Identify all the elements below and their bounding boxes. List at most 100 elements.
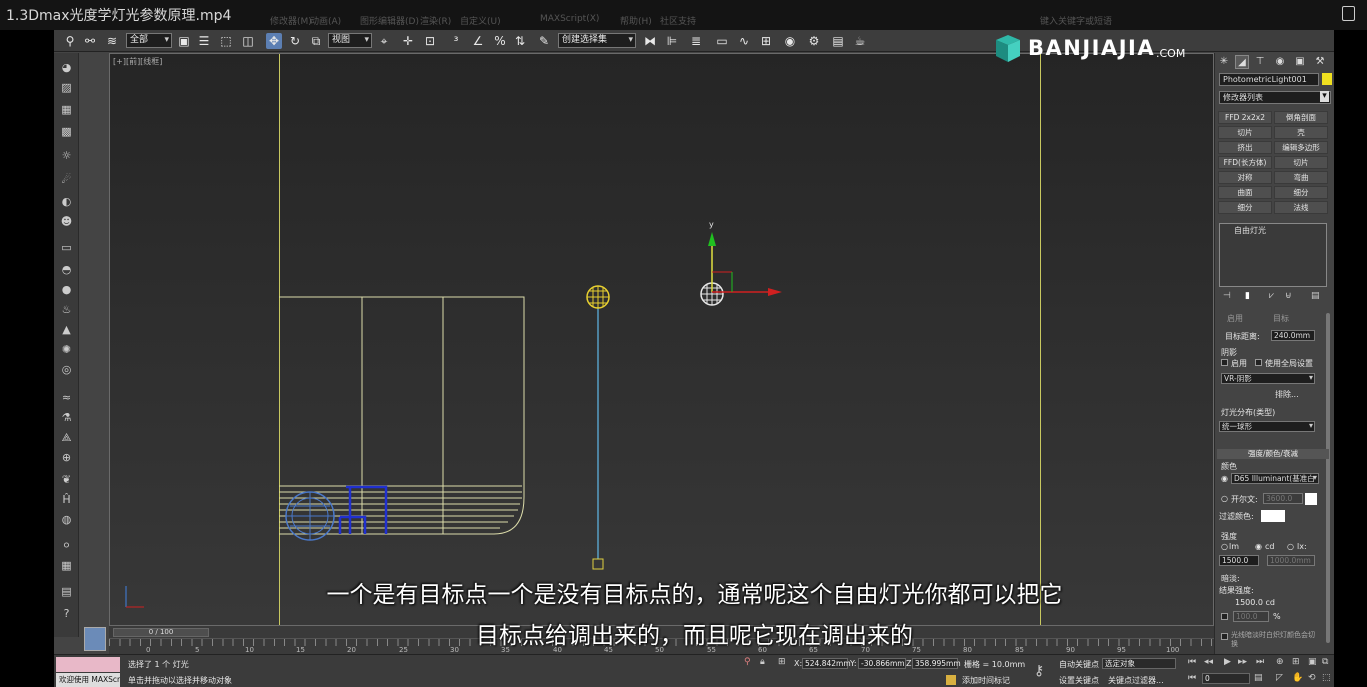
isolate-icon[interactable]: ⚲	[744, 657, 751, 667]
kelvin-field[interactable]: 3600.0	[1263, 493, 1303, 504]
time-tag-icon[interactable]	[946, 675, 956, 685]
color-preset-radio[interactable]: ◉	[1221, 474, 1228, 483]
angle-snap-icon[interactable]: ∠	[470, 33, 486, 49]
pivot-center-icon[interactable]: ⌖	[376, 33, 392, 49]
material-editor-icon[interactable]: ◉	[782, 33, 798, 49]
color-preset-select[interactable]: D65 Illuminant(基准白	[1231, 473, 1319, 484]
mesh-icon[interactable]: ⟁	[59, 431, 74, 445]
vray-dome-icon[interactable]: ☻	[59, 215, 74, 229]
unit-lm-radio[interactable]: ○	[1221, 542, 1228, 551]
modifier-slice-button[interactable]: 切片	[1218, 126, 1272, 139]
mirror-icon[interactable]: ⧓	[642, 33, 658, 49]
y-coord-field[interactable]: -30.866mm	[858, 658, 906, 669]
link-icon[interactable]: ⚲	[62, 33, 78, 49]
fov-icon[interactable]: ◸	[1276, 673, 1283, 683]
modifier-edit-poly-button[interactable]: 编辑多边形	[1274, 141, 1328, 154]
transform-mode-icon[interactable]: ⊞	[778, 657, 786, 667]
kelvin-radio[interactable]: ○	[1221, 494, 1228, 503]
key-icon[interactable]: ⚷	[1034, 663, 1044, 679]
spinner-snap-icon[interactable]: ⇅	[512, 33, 528, 49]
orbit-icon[interactable]: ⟲	[1308, 673, 1316, 683]
zoom-icon[interactable]: ⊕	[1276, 657, 1284, 667]
modifier-shell-button[interactable]: 壳	[1274, 126, 1328, 139]
vray-sun-icon[interactable]: ◐	[59, 195, 74, 209]
teapot-icon[interactable]: ♨	[59, 303, 74, 317]
layer-manager-icon[interactable]: ≣	[688, 33, 704, 49]
modifier-surface-button[interactable]: 曲面	[1218, 186, 1272, 199]
manipulate-icon[interactable]: ⊡	[422, 33, 438, 49]
modifier-subdivide2-button[interactable]: 细分	[1218, 201, 1272, 214]
clay-icon[interactable]: ◍	[59, 513, 74, 527]
next-frame-icon[interactable]: ▸▸	[1238, 657, 1247, 667]
modifier-ffd-box-button[interactable]: FFD(长方体)	[1218, 156, 1272, 169]
add-time-tag[interactable]: 添加时间标记	[962, 675, 1010, 686]
key-filters-button[interactable]: 关键点过滤器...	[1108, 675, 1164, 686]
target-light[interactable]	[586, 285, 610, 570]
sphere-object[interactable]	[285, 491, 335, 541]
rect-selection-icon[interactable]: ⬚	[218, 33, 234, 49]
zoom-extents-icon[interactable]: ▣	[1308, 657, 1317, 667]
unit-lx-radio[interactable]: ○	[1287, 542, 1294, 551]
target-distance-field[interactable]: 240.0mm	[1271, 330, 1315, 341]
selection-filter-select[interactable]: 全部	[126, 33, 172, 48]
fur-icon[interactable]: ≈	[59, 391, 74, 405]
proxy-icon[interactable]: ⚗	[59, 411, 74, 425]
vray-light-icon[interactable]: ☼	[59, 149, 74, 163]
shadows-enable-checkbox[interactable]	[1221, 359, 1228, 366]
lock-selection-icon[interactable]: 🔒︎	[760, 657, 765, 667]
modifier-bend-button[interactable]: 弯曲	[1274, 171, 1328, 184]
goto-end-icon[interactable]: ⏭	[1256, 657, 1264, 667]
time-config-icon[interactable]: ▤	[1254, 673, 1263, 683]
filter-color-swatch[interactable]	[1261, 510, 1285, 522]
kelvin-color-swatch[interactable]	[1305, 493, 1317, 505]
align-icon[interactable]: ⊫	[664, 33, 680, 49]
torus-icon[interactable]: ◎	[59, 363, 74, 377]
hf-icon[interactable]: Ĥ	[59, 493, 74, 507]
selected-object-select[interactable]: 选定对象	[1102, 658, 1176, 669]
front-viewport[interactable]: [+][前][线框] y	[109, 53, 1214, 626]
modifier-list-select[interactable]: 修改器列表	[1219, 91, 1331, 104]
remove-modifier-icon[interactable]: ⊌	[1285, 291, 1292, 301]
key-mode-icon[interactable]: ⏮	[1188, 673, 1196, 683]
edit-named-sel-icon[interactable]: ✎	[536, 33, 552, 49]
frame-buffer-icon[interactable]: ▦	[59, 103, 74, 117]
ball-icon[interactable]: ⚪	[59, 539, 74, 553]
intensity-distance-field[interactable]: 1000.0mm	[1267, 555, 1315, 566]
vray-icon[interactable]: ◕	[59, 61, 74, 75]
object-color-swatch[interactable]	[1322, 73, 1332, 85]
configure-sets-icon[interactable]: ▤	[1311, 291, 1320, 301]
global-settings-checkbox[interactable]	[1255, 359, 1262, 366]
exclude-button[interactable]: 排除...	[1275, 389, 1299, 400]
sphere-icon[interactable]: ●	[59, 283, 74, 297]
tab-utilities-icon[interactable]: ⚒	[1313, 55, 1327, 69]
render-setup-icon[interactable]: ⚙	[806, 33, 822, 49]
vfb-icon[interactable]: ▩	[59, 125, 74, 139]
modifier-symmetry-button[interactable]: 对称	[1218, 171, 1272, 184]
render-icon[interactable]: ▨	[59, 81, 74, 95]
set-key-button[interactable]: 设置关键点	[1059, 675, 1099, 686]
window-crossing-icon[interactable]: ◫	[240, 33, 256, 49]
unit-cd-radio[interactable]: ◉	[1255, 542, 1262, 551]
expand-icon[interactable]	[1342, 6, 1355, 21]
bind-spacewarp-icon[interactable]: ≋	[104, 33, 120, 49]
tab-display-icon[interactable]: ▣	[1293, 55, 1307, 69]
named-selection-select[interactable]: 创建选择集	[558, 33, 636, 48]
tab-motion-icon[interactable]: ◉	[1273, 55, 1287, 69]
reference-coord-select[interactable]: 视图	[328, 33, 372, 48]
cone-icon[interactable]: ▲	[59, 323, 74, 337]
tab-hierarchy-icon[interactable]: ⊤	[1253, 55, 1267, 69]
z-coord-field[interactable]: 358.995mm	[912, 658, 961, 669]
stack-item-free-light[interactable]: 自由灯光	[1234, 225, 1266, 236]
select-move-icon[interactable]: ✥	[266, 33, 282, 49]
modifier-ffd222-button[interactable]: FFD 2x2x2	[1218, 111, 1272, 124]
render-production-icon[interactable]: ☕	[852, 33, 868, 49]
modifier-subdivide-button[interactable]: 细分	[1274, 186, 1328, 199]
intensity-field[interactable]: 1500.0	[1219, 555, 1259, 566]
ribbon-icon[interactable]: ▭	[714, 33, 730, 49]
prev-frame-icon[interactable]: ◂◂	[1204, 657, 1213, 667]
plane-icon[interactable]: ▭	[59, 241, 74, 255]
percent-snap-icon[interactable]: %	[492, 33, 508, 49]
hemisphere-icon[interactable]: ◓	[59, 263, 74, 277]
select-rotate-icon[interactable]: ↻	[287, 33, 303, 49]
modifier-bevel-profile-button[interactable]: 倒角剖面	[1274, 111, 1328, 124]
